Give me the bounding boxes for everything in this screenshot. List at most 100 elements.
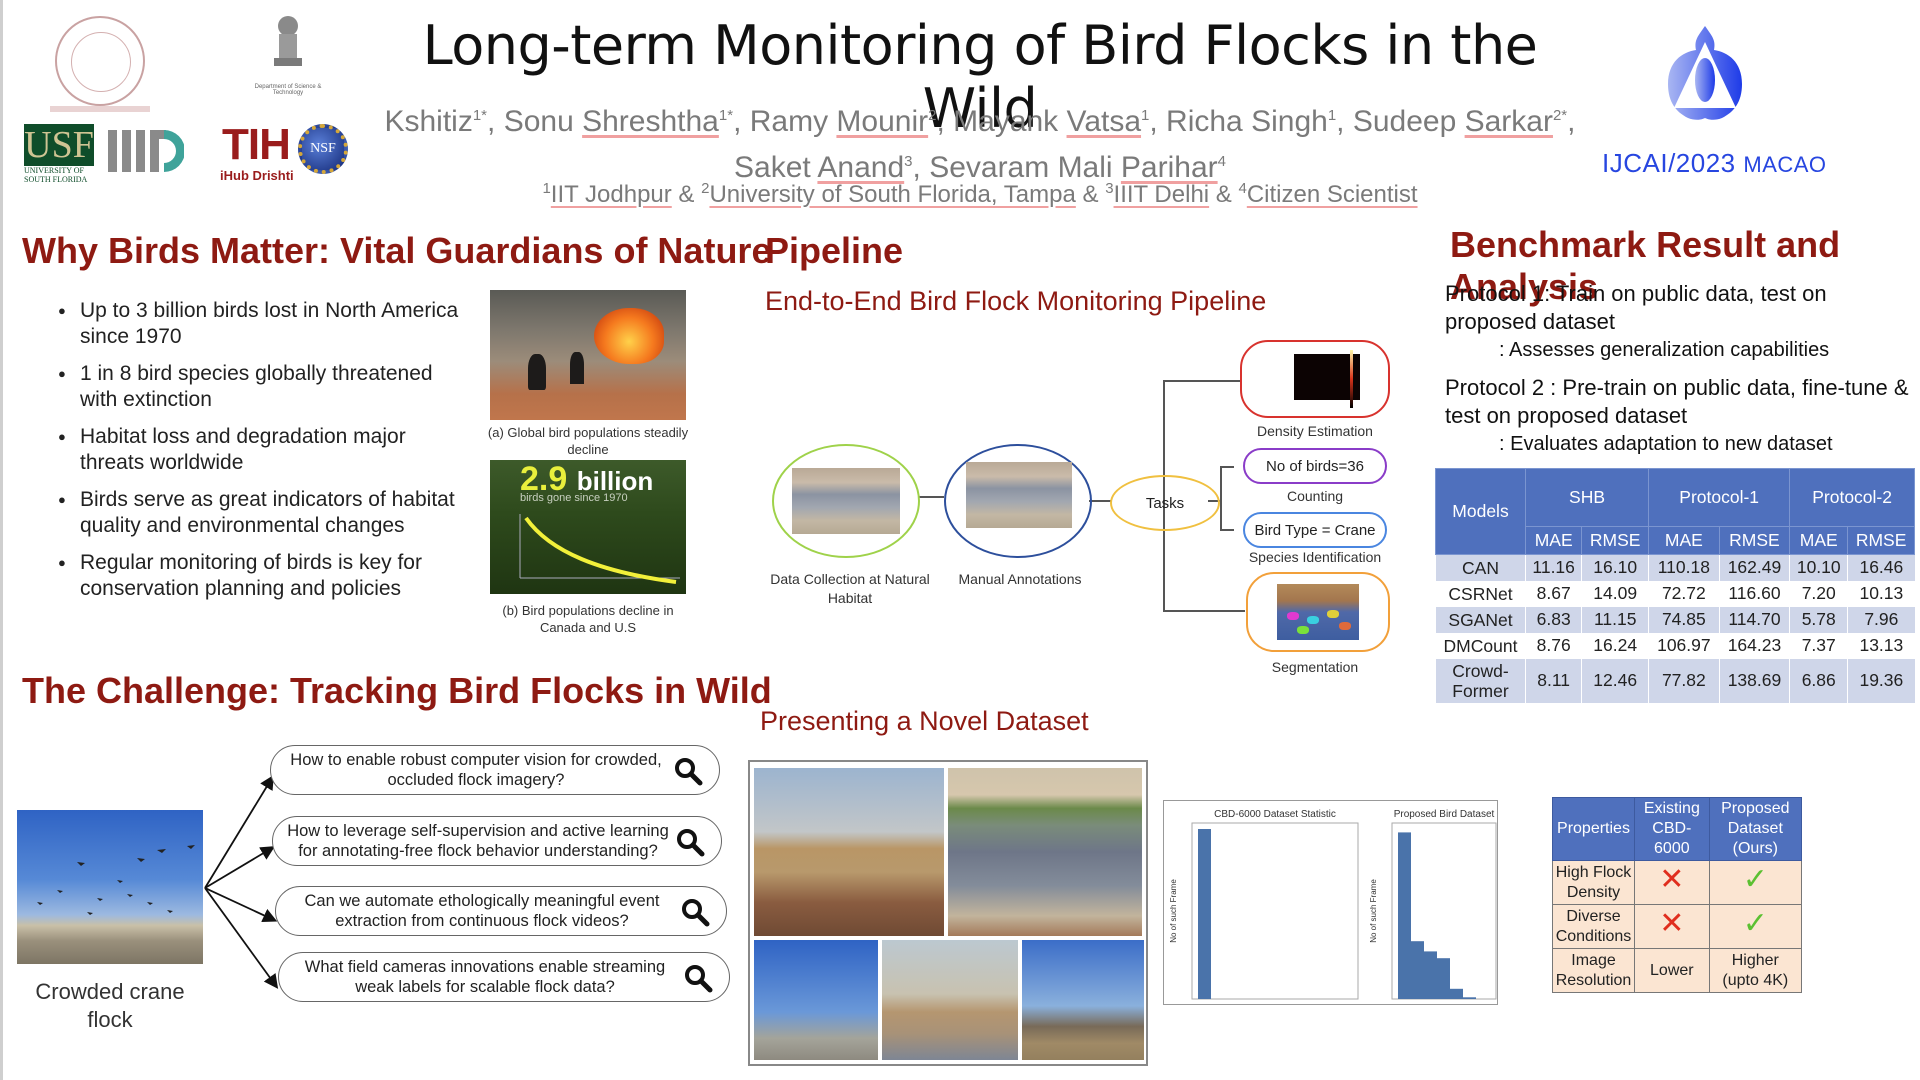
- crowded-crane-flock-image: [17, 810, 203, 964]
- metric-value: 74.85: [1648, 606, 1720, 633]
- segmentation-image: [1277, 584, 1359, 640]
- ijcai-city: MACAO: [1743, 152, 1827, 177]
- challenge-question-1: How to enable robust computer vision for…: [270, 745, 720, 795]
- author-affiliation-mark: 1: [1141, 107, 1150, 124]
- metric-header: RMSE: [1718, 526, 1791, 555]
- magnifier-icon: [677, 829, 705, 857]
- dataset-image-rooftop-birds: [754, 768, 944, 936]
- histogram-axes: [1191, 822, 1359, 1000]
- author-name: Richa Singh1: [1166, 105, 1337, 138]
- histogram-bar: [1424, 951, 1437, 999]
- author-affiliation-mark: 3: [904, 153, 913, 170]
- protocol-2-label: Protocol 2: [1445, 375, 1545, 400]
- affiliation-name: IIT Jodhpur: [550, 181, 672, 208]
- cross-icon: ✕: [1634, 860, 1710, 905]
- author-surname: Shreshtha: [582, 105, 719, 138]
- properties-header-row: Properties Existing CBD-6000 Proposed Data…: [1552, 797, 1803, 861]
- manual-annotation-node: [944, 444, 1092, 558]
- affiliation-separator: &: [671, 181, 702, 208]
- property-value: Lower: [1634, 948, 1710, 993]
- author-surname: Mounir: [836, 105, 929, 138]
- histogram-bar: [1398, 832, 1411, 999]
- why-birds-bullet: Up to 3 billion birds lost in North Amer…: [54, 298, 474, 350]
- nsf-logo: NSF: [298, 124, 348, 174]
- author-name: Sudeep Sarkar2*: [1352, 105, 1568, 138]
- group-header-protocol-1: Protocol-1: [1648, 468, 1791, 527]
- author-affiliation-mark: 2*: [1552, 107, 1568, 124]
- author-surname: Sarkar: [1464, 105, 1553, 138]
- connector-line: [1089, 500, 1111, 502]
- metric-value: 8.11: [1524, 658, 1582, 703]
- tasks-node: Tasks: [1110, 475, 1220, 531]
- group-header-shb: SHB: [1524, 468, 1650, 527]
- pipeline-heading: Pipeline: [765, 230, 904, 271]
- tih-logo-subtitle: iHub Drishti: [220, 168, 294, 183]
- dataset-image-collage: [748, 760, 1148, 1066]
- metric-header: MAE: [1789, 526, 1849, 555]
- density-estimation-node: [1240, 340, 1390, 418]
- metric-value: 10.13: [1847, 580, 1915, 607]
- why-birds-bullet: Habitat loss and degradation major threa…: [54, 424, 474, 476]
- benchmark-row: DMCount 8.76 16.24 106.97 164.23 7.37 13.13: [1435, 632, 1915, 659]
- models-header: Models: [1435, 468, 1526, 555]
- check-icon: ✓: [1708, 860, 1803, 905]
- benchmark-row: CSRNet 8.67 14.09 72.72 116.60 7.20 10.13: [1435, 580, 1915, 607]
- benchmark-results-table: Models SHB Protocol-1 Protocol-2 MAE RMSE…: [1435, 468, 1915, 703]
- tih-logo: TIH: [222, 120, 291, 169]
- infographic-subline: birds gone since 1970: [520, 492, 628, 504]
- why-birds-bullet: 1 in 8 bird species globally threatened …: [54, 361, 474, 413]
- species-identification-node: Bird Type = Crane: [1243, 512, 1387, 548]
- author-affiliation-mark: 1*: [472, 107, 488, 124]
- challenge-heading: The Challenge: Tracking Bird Flocks in W…: [22, 670, 772, 711]
- dataset-image-town-flock: [882, 940, 1018, 1060]
- density-estimation-label: Density Estimation: [1257, 423, 1373, 439]
- property-name: Diverse Conditions: [1552, 904, 1635, 949]
- metric-value: 8.76: [1524, 632, 1582, 659]
- model-name: DMCount: [1435, 632, 1526, 659]
- magnifier-icon: [682, 899, 710, 927]
- metric-value: 6.86: [1789, 658, 1848, 703]
- benchmark-row: SGANet 6.83 11.15 74.85 114.70 5.78 7.96: [1435, 606, 1915, 633]
- figure-b-caption: (b) Bird populations decline in Canada a…: [502, 603, 674, 635]
- metric-value: 164.23: [1718, 632, 1790, 659]
- model-name: CSRNet: [1435, 580, 1526, 607]
- metric-value: 14.09: [1581, 580, 1649, 607]
- figure-a-caption: (a) Global bird populations steadily dec…: [487, 425, 689, 457]
- histogram-title: CBD-6000 Dataset Statistic: [1214, 809, 1336, 820]
- affiliation-name: University of South Florida, Tampa: [709, 181, 1076, 208]
- metric-value: 110.18: [1648, 554, 1720, 581]
- benchmark-row: CAN 11.16 16.10 110.18 162.49 10.10 16.46: [1435, 554, 1915, 581]
- histogram-title: Proposed Bird Dataset: [1394, 809, 1495, 820]
- affiliation-number: 3: [1105, 180, 1114, 197]
- author-name: Kshitiz1*: [384, 105, 488, 138]
- affiliation-number: 4: [1238, 180, 1247, 197]
- bird-decline-infographic-image: 2.9 billion birds gone since 1970: [490, 460, 686, 594]
- author-name: Mayank Vatsa1: [953, 105, 1150, 138]
- property-name: High Flock Density: [1552, 860, 1635, 905]
- group-header-protocol-2: Protocol-2: [1789, 468, 1915, 527]
- affiliation: 2University of South Florida, Tampa: [701, 180, 1076, 208]
- metric-value: 7.37: [1789, 632, 1848, 659]
- ijcai-conference-label: IJCAI/2023 MACAO: [1602, 148, 1827, 179]
- flying-birds-icon: [37, 845, 195, 915]
- protocol-1-label: Protocol 1: [1445, 281, 1545, 306]
- benchmark-group-header-row: Models SHB Protocol-1 Protocol-2: [1435, 468, 1915, 555]
- magnifier-icon: [675, 758, 703, 786]
- metric-value: 106.97: [1648, 632, 1720, 659]
- dataset-image-blue-sky: [754, 940, 878, 1060]
- affiliation-name: Citizen Scientist: [1246, 181, 1418, 208]
- metric-header: RMSE: [1581, 526, 1650, 555]
- metric-value: 72.72: [1648, 580, 1720, 607]
- protocol-1-description: Protocol 1: Train on public data, test o…: [1445, 280, 1915, 364]
- metric-value: 12.46: [1581, 658, 1649, 703]
- model-name: CAN: [1435, 554, 1526, 581]
- author-name: Sonu Shreshtha1*: [503, 105, 734, 138]
- metric-value: 6.83: [1524, 606, 1582, 633]
- counting-node: No of birds=36: [1243, 448, 1387, 484]
- question-text: Can we automate ethologically meaningful…: [304, 892, 660, 930]
- affiliation-name: IIIT Delhi: [1113, 181, 1210, 208]
- affiliation-separator: &: [1075, 181, 1106, 208]
- why-birds-heading: Why Birds Matter: Vital Guardians of Nat…: [22, 230, 772, 271]
- model-name: SGANet: [1435, 606, 1526, 633]
- properties-row: Diverse Conditions ✕ ✓: [1552, 904, 1803, 949]
